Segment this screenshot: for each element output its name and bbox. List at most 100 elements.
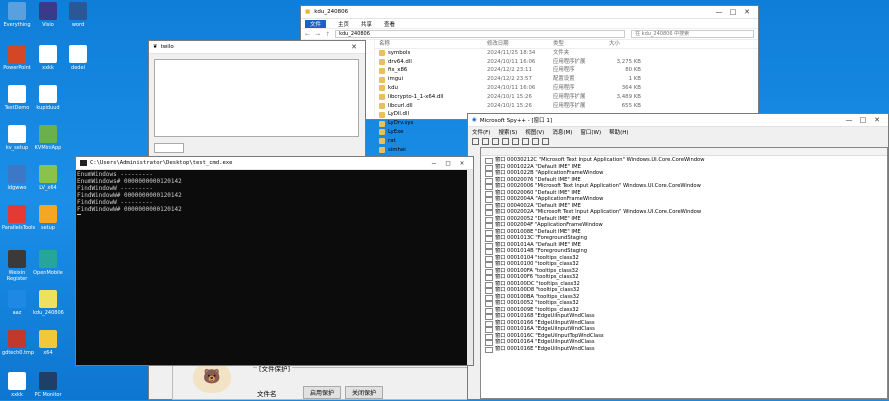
desktop-icon[interactable]: xxkk xyxy=(2,372,32,398)
explorer-title: kdu_240806 xyxy=(314,9,349,15)
col-name[interactable]: 名称 xyxy=(375,40,487,48)
file-row[interactable]: symbols 2024/11/25 18:34 文件夹 xyxy=(375,49,758,58)
app-icon xyxy=(39,2,57,20)
desktop-icon[interactable]: Visio xyxy=(33,2,63,28)
desktop-icon[interactable]: Everything xyxy=(2,2,32,28)
app-icon xyxy=(39,85,57,103)
doc-icon xyxy=(69,2,87,20)
minimize-button[interactable]: — xyxy=(712,8,726,16)
file-name-text: libcrypto-1_1-x64.dll xyxy=(388,93,444,100)
file-row[interactable]: drv64.dll 2024/10/11 16:06 应用程序扩展 3,275 KB xyxy=(375,58,758,67)
file-icon xyxy=(379,58,385,65)
font-icon[interactable] xyxy=(532,138,539,145)
address-bar[interactable]: kdu_240806 xyxy=(335,30,626,38)
console-output[interactable]: EnumWindows --------- EnumWindows# 000000… xyxy=(76,170,473,214)
spy-menu-item[interactable]: 窗口(W) xyxy=(580,128,601,136)
file-icon xyxy=(379,76,385,83)
spy-menu-item[interactable]: 视图(V) xyxy=(525,128,544,136)
desktop-icon[interactable]: KVMiniApp xyxy=(33,125,63,151)
desktop-icon[interactable]: xxkk xyxy=(33,45,63,71)
minimize-button[interactable]: — xyxy=(427,159,441,167)
desktop-icon[interactable]: PC Monitor xyxy=(33,372,63,398)
file-row[interactable]: kdu 2024/10/11 16:06 应用程序 364 KB xyxy=(375,84,758,93)
spy-menu-item[interactable]: 消息(M) xyxy=(552,128,572,136)
console-scrollbar[interactable] xyxy=(467,170,473,365)
enable-protect-button[interactable]: 启用保护 xyxy=(303,386,342,399)
file-name: libcurl.dll xyxy=(375,102,487,111)
message-icon[interactable] xyxy=(502,138,509,145)
tab-home[interactable]: 主页 xyxy=(338,20,349,28)
desktop-icon[interactable]: PowerPoint xyxy=(2,45,32,71)
file-date: 2024/12/2 23:57 xyxy=(487,76,532,83)
file-row[interactable]: imgui 2024/12/2 23:57 配置设置 1 KB xyxy=(375,75,758,84)
twilo-titlebar[interactable]: ❦ twilo ✕ xyxy=(149,41,365,54)
search-box[interactable]: 在 kdu_240806 中搜索 xyxy=(631,30,754,38)
close-button[interactable]: ✕ xyxy=(455,159,469,167)
tab-share[interactable]: 共享 xyxy=(361,20,372,28)
file-row[interactable]: libcurl.dll 2024/10/1 15:26 应用程序扩展 655 KB xyxy=(375,102,758,111)
spy-tree-item[interactable]: 窗口 0001016E "EdgeUiInputWndClass xyxy=(481,346,887,352)
file-type: 应用程序扩展 xyxy=(553,93,586,100)
thread-icon[interactable] xyxy=(492,138,499,145)
desktop-icon[interactable]: ParallelsTools xyxy=(2,205,35,231)
desktop-icon[interactable]: word xyxy=(63,2,93,28)
col-type[interactable]: 类型 xyxy=(553,40,609,48)
file-date: 2024/10/11 16:06 xyxy=(487,84,536,91)
desktop-icon[interactable]: LV_x64 xyxy=(33,165,63,191)
desktop-icon-label: Visio xyxy=(42,22,54,28)
explorer-titlebar[interactable]: ■ kdu_240806 — □ ✕ xyxy=(301,6,758,19)
back-arrow-icon[interactable]: ← xyxy=(305,31,310,38)
tab-view[interactable]: 查看 xyxy=(384,20,395,28)
file-row[interactable]: libcrypto-1_1-x64.dll 2024/10/1 15:26 应用程序… xyxy=(375,93,758,102)
app-icon xyxy=(8,85,26,103)
tab-file[interactable]: 文件 xyxy=(305,19,327,28)
file-name-text: symbols xyxy=(388,49,411,56)
disable-protect-button[interactable]: 关闭保护 xyxy=(345,386,384,399)
twilo-input[interactable] xyxy=(154,143,184,153)
forward-arrow-icon[interactable]: → xyxy=(315,31,320,38)
file-list-header: 名称 修改日期 类型 大小 xyxy=(375,40,758,49)
file-name: libcrypto-1_1-x64.dll xyxy=(375,93,487,102)
desktop-icon[interactable]: setup xyxy=(33,205,63,231)
close-button[interactable]: ✕ xyxy=(870,116,884,124)
window-finder-icon[interactable] xyxy=(472,138,479,145)
desktop-icon[interactable]: x64 xyxy=(33,330,63,356)
minimize-button[interactable]: — xyxy=(842,116,856,124)
col-size[interactable]: 大小 xyxy=(609,40,641,48)
app-icon xyxy=(8,372,26,390)
spy-titlebar[interactable]: ◉ Microsoft Spy++ - [窗口 1] — □ ✕ xyxy=(468,114,888,127)
desktop-icon[interactable]: Weixin Register xyxy=(2,250,32,282)
col-date[interactable]: 修改日期 xyxy=(487,40,553,48)
spy-menu-item[interactable]: 帮助(H) xyxy=(609,128,628,136)
close-button[interactable]: ✕ xyxy=(740,8,754,16)
up-arrow-icon[interactable]: ↑ xyxy=(325,31,330,38)
spy-menu-item[interactable]: 搜索(S) xyxy=(498,128,517,136)
desktop-icon[interactable]: TestDemo xyxy=(2,85,32,111)
maximize-button[interactable]: □ xyxy=(856,116,870,124)
console-line: EnumWindows --------- xyxy=(77,171,153,178)
explorer-ribbon: 文件 主页 共享 查看 xyxy=(301,19,758,28)
desktop-icon[interactable]: ldgwwo xyxy=(2,165,32,191)
tile-icon[interactable] xyxy=(542,138,549,145)
find-icon[interactable] xyxy=(512,138,519,145)
file-row[interactable]: fix_x86 2024/12/2 23:11 应用程序 80 KB xyxy=(375,66,758,75)
cmd-titlebar[interactable]: C:\Users\Administrator\Desktop\test_cmd.… xyxy=(76,157,473,170)
desktop-icon[interactable]: OpenMobile xyxy=(33,250,63,276)
cmd-title: C:\Users\Administrator\Desktop\test_cmd.… xyxy=(90,160,233,166)
twilo-textarea[interactable] xyxy=(154,59,359,137)
desktop-icon[interactable]: kdu_240806 xyxy=(33,290,64,316)
desktop-icon[interactable]: kupiduud xyxy=(33,85,63,111)
maximize-button[interactable]: □ xyxy=(441,159,455,167)
process-icon[interactable] xyxy=(482,138,489,145)
refresh-icon[interactable] xyxy=(522,138,529,145)
doc-icon xyxy=(39,290,57,308)
desktop-icon[interactable]: aaz xyxy=(2,290,32,316)
spy-inner-frame: 窗口 00030212C "Microsoft Text Input Appli… xyxy=(480,147,888,399)
spy-menu-item[interactable]: 文件(F) xyxy=(472,128,490,136)
desktop-icon[interactable]: dedel xyxy=(63,45,93,71)
maximize-button[interactable]: □ xyxy=(726,8,740,16)
desktop-icon[interactable]: kv_setup xyxy=(2,125,32,151)
spy-menubar: 文件(F) 搜索(S) 视图(V) 消息(M) 窗口(W) 帮助(H) xyxy=(468,127,888,136)
close-button[interactable]: ✕ xyxy=(347,43,361,51)
desktop-icon[interactable]: gdtech0.tmp xyxy=(2,330,34,356)
